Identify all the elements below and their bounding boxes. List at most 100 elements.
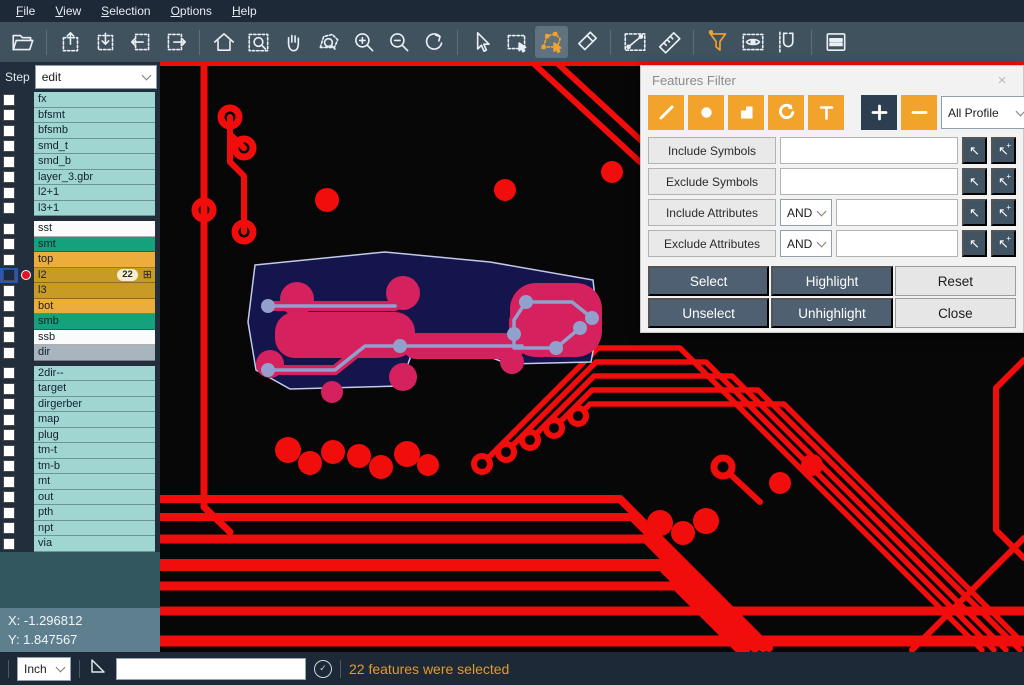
layer-visibility-checkbox[interactable]: [0, 505, 18, 521]
layer-row-smd_b[interactable]: smd_b: [0, 154, 160, 170]
features-filter-button[interactable]: [701, 26, 734, 58]
close-button[interactable]: Close: [895, 298, 1016, 328]
layer-name[interactable]: plug: [34, 428, 155, 444]
exclude-attributes-button[interactable]: Exclude Attributes: [648, 230, 776, 257]
layer-name[interactable]: l222⊞: [34, 268, 155, 284]
layer-visibility-checkbox[interactable]: [0, 474, 18, 490]
include-attributes-pick-button[interactable]: ↖: [962, 199, 987, 226]
layer-visibility-checkbox[interactable]: [0, 170, 18, 186]
layer-visibility-checkbox[interactable]: [0, 314, 18, 330]
layer-row-smt[interactable]: smt: [0, 237, 160, 253]
menu-options[interactable]: Options: [161, 1, 222, 21]
text-feature-button[interactable]: [808, 95, 844, 130]
unhighlight-button[interactable]: Unhighlight: [771, 298, 892, 328]
paste-arrow-up-button[interactable]: [54, 26, 87, 58]
command-input[interactable]: [116, 658, 306, 680]
layer-visibility-checkbox[interactable]: [0, 268, 18, 284]
layer-visibility-checkbox[interactable]: [0, 139, 18, 155]
layer-visibility-checkbox[interactable]: [0, 397, 18, 413]
layer-row-smd_t[interactable]: smd_t: [0, 139, 160, 155]
layer-visibility-checkbox[interactable]: [0, 237, 18, 253]
layer-row-mt[interactable]: mt: [0, 474, 160, 490]
layer-visibility-checkbox[interactable]: [0, 330, 18, 346]
step-select[interactable]: edit: [35, 65, 157, 89]
layer-row-out[interactable]: out: [0, 490, 160, 506]
home-view-button[interactable]: [207, 26, 240, 58]
layer-visibility-checkbox[interactable]: [0, 345, 18, 361]
layer-row-top[interactable]: top: [0, 252, 160, 268]
active-layer-indicator[interactable]: [18, 270, 34, 280]
layer-row-tm-t[interactable]: tm-t: [0, 443, 160, 459]
view-options-button[interactable]: [736, 26, 769, 58]
layer-visibility-checkbox[interactable]: [0, 428, 18, 444]
reset-button[interactable]: Reset: [895, 266, 1016, 296]
layer-name[interactable]: npt: [34, 521, 155, 537]
layer-name[interactable]: l2+1: [34, 185, 155, 201]
include-symbols-pick-button[interactable]: ↖: [962, 137, 987, 164]
layer-visibility-checkbox[interactable]: [0, 201, 18, 217]
layer-name[interactable]: tm-t: [34, 443, 155, 459]
exclude-symbols-pick-button[interactable]: ↖: [962, 168, 987, 195]
exclude-attributes-pick-add-button[interactable]: ↖+: [991, 230, 1016, 257]
layer-name[interactable]: via: [34, 536, 155, 552]
arc-feature-button[interactable]: [768, 95, 804, 130]
layer-row-smb[interactable]: smb: [0, 314, 160, 330]
layer-name[interactable]: l3: [34, 283, 155, 299]
layer-row-2dir--[interactable]: 2dir--: [0, 366, 160, 382]
layer-visibility-checkbox[interactable]: [0, 443, 18, 459]
layer-row-target[interactable]: target: [0, 381, 160, 397]
select-button[interactable]: Select: [648, 266, 769, 296]
layer-visibility-checkbox[interactable]: [0, 459, 18, 475]
layer-name[interactable]: ssb: [34, 330, 155, 346]
layer-name[interactable]: bfsmb: [34, 123, 155, 139]
layer-name[interactable]: 2dir--: [34, 366, 155, 382]
status-check-icon[interactable]: ✓: [314, 660, 332, 678]
dialog-titlebar[interactable]: Features Filter ×: [641, 66, 1023, 94]
select-rectangle-button[interactable]: [500, 26, 533, 58]
layer-name[interactable]: bfsmt: [34, 108, 155, 124]
layer-row-sst[interactable]: sst: [0, 221, 160, 237]
paste-arrow-down-button[interactable]: [89, 26, 122, 58]
paste-arrow-left-button[interactable]: [124, 26, 157, 58]
layer-name[interactable]: smb: [34, 314, 155, 330]
profile-select[interactable]: All Profile: [941, 96, 1024, 129]
layer-row-via[interactable]: via: [0, 536, 160, 552]
layer-row-l2[interactable]: l222⊞: [0, 268, 160, 284]
zoom-out-button[interactable]: [382, 26, 415, 58]
remove-filter-button[interactable]: [901, 95, 937, 130]
layer-name[interactable]: bot: [34, 299, 155, 315]
layer-name[interactable]: l3+1: [34, 201, 155, 217]
layer-name[interactable]: smd_t: [34, 139, 155, 155]
layer-visibility-checkbox[interactable]: [0, 92, 18, 108]
zoom-in-button[interactable]: [347, 26, 380, 58]
exclude-attributes-operator-select[interactable]: AND: [780, 230, 832, 257]
menu-view[interactable]: View: [45, 1, 91, 21]
layer-row-map[interactable]: map: [0, 412, 160, 428]
exclude-symbols-pick-add-button[interactable]: ↖+: [991, 168, 1016, 195]
layer-row-l3[interactable]: l3: [0, 283, 160, 299]
layer-name[interactable]: fx: [34, 92, 155, 108]
close-icon[interactable]: ×: [992, 72, 1012, 89]
select-polygon-button[interactable]: [535, 26, 568, 58]
exclude-attributes-pick-button[interactable]: ↖: [962, 230, 987, 257]
layer-visibility-checkbox[interactable]: [0, 221, 18, 237]
zoom-area-button[interactable]: [312, 26, 345, 58]
layer-visibility-checkbox[interactable]: [0, 381, 18, 397]
layer-name[interactable]: pth: [34, 505, 155, 521]
include-attributes-operator-select[interactable]: AND: [780, 199, 832, 226]
layer-row-pth[interactable]: pth: [0, 505, 160, 521]
zoom-fit-button[interactable]: [242, 26, 275, 58]
layer-name[interactable]: mt: [34, 474, 155, 490]
include-attributes-field[interactable]: [836, 199, 958, 226]
layer-row-l2+1[interactable]: l2+1: [0, 185, 160, 201]
surface-feature-button[interactable]: [728, 95, 764, 130]
menu-help[interactable]: Help: [222, 1, 267, 21]
layer-visibility-checkbox[interactable]: [0, 366, 18, 382]
layer-visibility-checkbox[interactable]: [0, 123, 18, 139]
include-attributes-pick-add-button[interactable]: ↖+: [991, 199, 1016, 226]
add-filter-button[interactable]: [861, 95, 897, 130]
layer-row-fx[interactable]: fx: [0, 92, 160, 108]
include-symbols-button[interactable]: Include Symbols: [648, 137, 776, 164]
layer-visibility-checkbox[interactable]: [0, 185, 18, 201]
ruler-button[interactable]: [653, 26, 686, 58]
